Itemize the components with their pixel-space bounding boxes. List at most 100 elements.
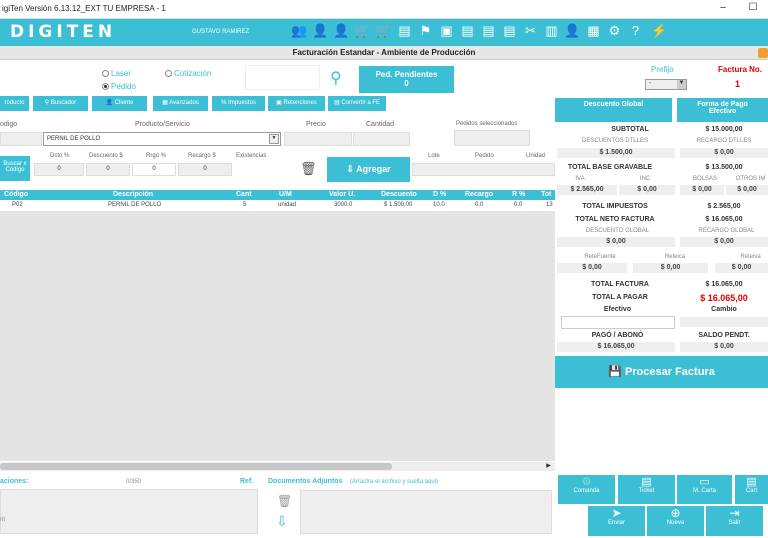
descuento-input[interactable]: 0 [86, 163, 130, 176]
desc-dtlles-label: DESCUENTOS DTLLES [582, 138, 648, 144]
rrgo-input[interactable]: 0 [132, 163, 176, 176]
flash-icon[interactable]: ⚡ [651, 22, 668, 40]
cliente-label: Cliente [114, 100, 134, 106]
search-icon[interactable]: ⚲ [330, 68, 342, 88]
report-icon[interactable]: ▤ [480, 22, 497, 40]
gallery-icon[interactable]: ▦ [585, 22, 602, 40]
box-icon[interactable]: ▣ [438, 22, 455, 40]
producto-button[interactable]: roducto [0, 96, 29, 111]
scroll-right-icon[interactable]: ▶ [544, 462, 553, 471]
producto-select[interactable]: PERNIL DE POLLO ▼ [43, 132, 281, 146]
recargo-input[interactable]: 0 [178, 163, 232, 176]
prefijo-label: Prefijo [651, 65, 674, 74]
user-name: GUSTAVO RAMIREZ [192, 29, 250, 35]
ticket-icon: ▤ [641, 476, 652, 488]
trash-icon[interactable]: 🗑 [300, 161, 317, 177]
descuento-global-button[interactable]: Descuento Global [555, 98, 672, 122]
table-row[interactable]: P02 PERNIL DE POLLO 5 unidad 3000.0 $ 1.… [0, 201, 555, 211]
impuestos-button[interactable]: % Impuestos [212, 96, 265, 111]
invoice-icon[interactable]: ▤ [459, 22, 476, 40]
convertir-fe-button[interactable]: ▤ Convertir a FE [328, 96, 386, 111]
document-icon[interactable]: ▤ [396, 22, 413, 40]
total-pagar-label: TOTAL A PAGAR [592, 294, 648, 301]
efectivo-label: Efectivo [603, 306, 632, 313]
neto-label: TOTAL NETO FACTURA [575, 216, 655, 223]
app-logo: DIGITEN [10, 22, 117, 42]
notes-icon[interactable]: ▤ [501, 22, 518, 40]
window-titlebar: igiTen Versión 6.13.12_EXT TU EMPRESA - … [0, 0, 768, 19]
radio-cotizacion[interactable]: Cotización [165, 69, 211, 78]
tag-icon[interactable]: ⚑ [417, 22, 434, 40]
enviar-button[interactable]: ➤ Enviar [588, 506, 645, 536]
desc-global-label: DESCUENTO GLOBAL [585, 228, 650, 234]
cantidad-input[interactable] [353, 132, 410, 146]
factura-number: 1 [735, 79, 741, 89]
cantidad-label: Cantidad [366, 121, 395, 128]
iva-label: IVA [575, 176, 585, 182]
efectivo-input[interactable] [561, 316, 675, 329]
precio-label: Precio [306, 121, 326, 128]
neto-value: $ 16.065,00 [705, 216, 743, 223]
media-carta-icon: ▭ [699, 476, 710, 488]
cart-add-icon[interactable]: 🛒 [375, 22, 392, 40]
maximize-button[interactable]: ☐ [745, 2, 761, 16]
help-icon[interactable]: ? [627, 22, 644, 40]
buscador-button[interactable]: ⚲ Buscador [33, 96, 88, 111]
search-field-area[interactable] [245, 65, 320, 90]
buscar-codigo-button[interactable]: Buscar x Codigo [0, 156, 30, 181]
window-title: igiTen Versión 6.13.12_EXT TU EMPRESA - … [2, 4, 166, 13]
radio-laser[interactable]: Laser [102, 69, 131, 78]
prefijo-select[interactable]: - ▼ [645, 79, 687, 90]
nueva-button[interactable]: ⊕ Nueva [647, 506, 704, 536]
cliente-button[interactable]: 👤 Cliente [92, 96, 147, 111]
horizontal-scrollbar[interactable]: ▶ [0, 462, 555, 471]
impuestos-label: Impuestos [228, 100, 256, 106]
retenciones-button[interactable]: ▣ Retenciones [268, 96, 325, 111]
gear-icon[interactable]: ⚙ [606, 22, 623, 40]
prefijo-value: - [649, 80, 652, 87]
user-admin-icon[interactable]: 👤 [312, 22, 329, 40]
observaciones-label: aciones: [0, 478, 29, 485]
tools-icon[interactable]: ✂ [522, 22, 539, 40]
collapse-button[interactable] [758, 48, 768, 58]
media-carta-button[interactable]: ▭ M. Carta [677, 475, 732, 504]
ticket-button[interactable]: ▤ Ticket [618, 475, 675, 504]
dropzone[interactable] [300, 490, 552, 534]
lote-pedido-input[interactable] [412, 163, 555, 176]
cart-icon[interactable]: 🛒 [354, 22, 371, 40]
trash-doc-icon[interactable]: 🗑 [277, 494, 292, 508]
carta-icon: ▤ [746, 476, 757, 488]
reteica-value: $ 0,00 [633, 263, 708, 273]
pending-orders-label: Ped. Pendientes [375, 70, 438, 79]
rec-dtlles-label: RECARGO DTLLES [696, 138, 752, 144]
scrollbar-thumb[interactable] [0, 463, 392, 470]
carta-button[interactable]: ▤ Cart [735, 475, 768, 504]
rec-global-value: $ 0,00 [680, 237, 768, 247]
dropdown-arrow-icon: ▼ [269, 134, 279, 144]
enviar-label: Enviar [607, 520, 625, 526]
cell-total: 13 [546, 202, 553, 208]
people-icon[interactable]: 👥 [291, 22, 308, 40]
agregar-label: Agregar [356, 164, 391, 174]
totals-panel: Descuento Global Forma de Pago Efectivo … [555, 96, 768, 536]
observaciones-input[interactable] [0, 489, 258, 534]
chart-icon[interactable]: ▥ [543, 22, 560, 40]
user-config-icon[interactable]: 👤 [333, 22, 350, 40]
dcto-input[interactable]: 0 [34, 163, 84, 176]
salir-button[interactable]: ⇥ Salir [706, 506, 763, 536]
user-stats-icon[interactable]: 👤 [564, 22, 581, 40]
pedidos-sel-input[interactable] [454, 130, 530, 146]
upload-icon[interactable]: ⇩ [276, 513, 288, 530]
precio-input[interactable] [284, 132, 352, 146]
radio-pedido[interactable]: Pedido [102, 82, 136, 91]
procesar-factura-button[interactable]: 💾 Procesar Factura [555, 356, 768, 388]
comanda-label: Comanda [573, 488, 600, 494]
minimize-button[interactable]: – [715, 2, 731, 16]
comanda-button[interactable]: ⚙ Comanda [558, 475, 615, 504]
pending-orders-button[interactable]: Ped. Pendientes 0 [359, 66, 454, 93]
forma-pago-button[interactable]: Forma de Pago Efectivo [677, 98, 768, 122]
retefuente-label: ReteFuente [584, 254, 616, 260]
avanzados-button[interactable]: ▦ Avanzados [153, 96, 208, 111]
agregar-button[interactable]: ⇩ Agregar [327, 157, 410, 182]
codigo-input[interactable] [0, 132, 42, 146]
